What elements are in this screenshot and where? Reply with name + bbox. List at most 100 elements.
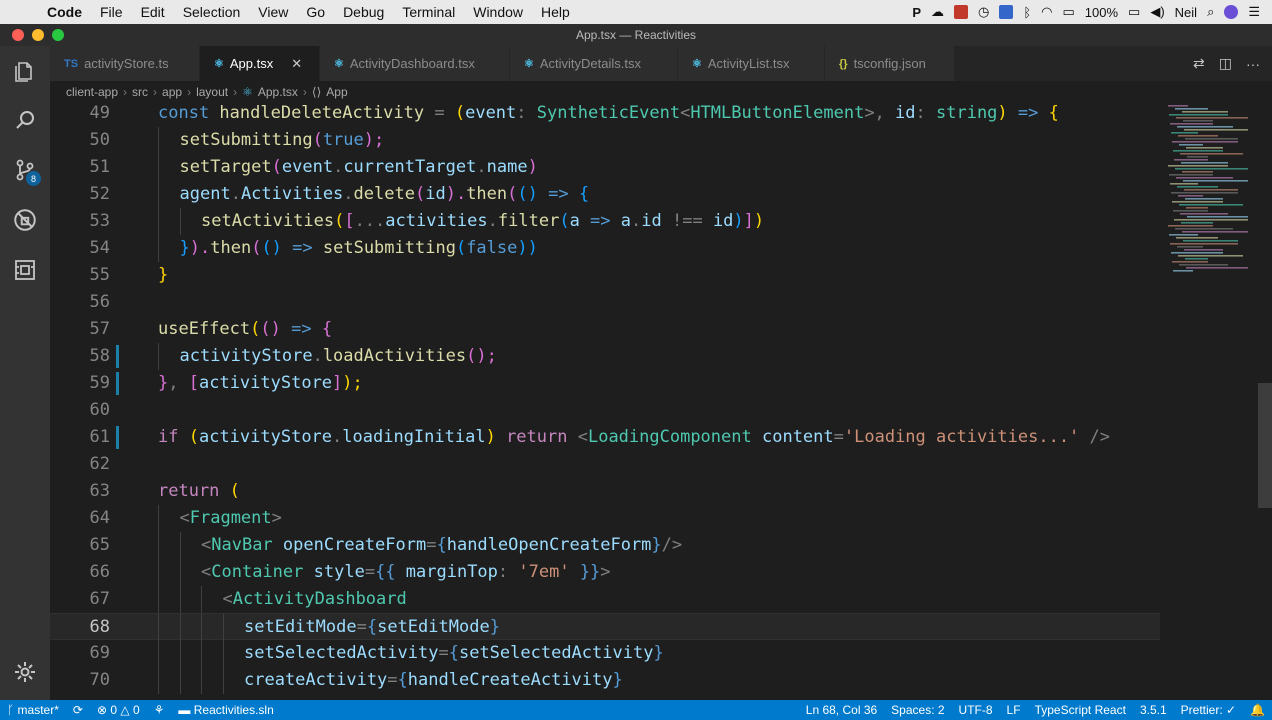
code-line[interactable]: 69 setSelectedActivity={setSelectedActivi… <box>50 640 1160 667</box>
line-number[interactable]: 67 <box>50 586 110 613</box>
record-icon[interactable] <box>953 5 968 19</box>
battery-icon[interactable]: ▭ <box>1128 4 1140 20</box>
code-line[interactable]: 50 setSubmitting(true); <box>50 127 1160 154</box>
close-icon[interactable]: ✕ <box>291 56 302 72</box>
code-line[interactable]: 65 <NavBar openCreateForm={handleOpenCrea… <box>50 532 1160 559</box>
line-number[interactable]: 58 <box>50 343 110 370</box>
line-number[interactable]: 60 <box>50 397 110 424</box>
source-control-icon[interactable]: 8 <box>0 150 50 190</box>
bluetooth-icon[interactable]: ᛒ <box>1023 5 1031 20</box>
code-line[interactable]: 49 const handleDeleteActivity = (event: S… <box>50 103 1160 127</box>
line-number[interactable]: 66 <box>50 559 110 586</box>
menu-help[interactable]: Help <box>532 4 579 20</box>
code-line[interactable]: 59}, [activityStore]); <box>50 370 1160 397</box>
bell-icon[interactable]: 🔔 <box>1243 703 1272 717</box>
code-line[interactable]: 67 <ActivityDashboard <box>50 586 1160 613</box>
line-number[interactable]: 64 <box>50 505 110 532</box>
line-number[interactable]: 49 <box>50 103 110 127</box>
line-number[interactable]: 65 <box>50 532 110 559</box>
tab-activitylist[interactable]: ⚛ ActivityList.tsx <box>678 46 825 81</box>
debug-icon[interactable] <box>0 200 50 240</box>
explorer-icon[interactable] <box>0 52 50 92</box>
code-line[interactable]: 66 <Container style={{ marginTop: '7em' }… <box>50 559 1160 586</box>
code-line[interactable]: 68 setEditMode={setEditMode} <box>50 613 1160 641</box>
git-modified-marker[interactable] <box>116 345 119 368</box>
code-line[interactable]: 62 <box>50 451 1160 478</box>
solution-indicator[interactable]: ▬ Reactivities.sln <box>171 703 280 717</box>
line-number[interactable]: 69 <box>50 640 110 667</box>
search-icon[interactable] <box>0 100 50 140</box>
git-modified-marker[interactable] <box>116 372 119 395</box>
sync-icon[interactable]: ⟳ <box>66 703 90 717</box>
menu-go[interactable]: Go <box>297 4 334 20</box>
line-number[interactable]: 63 <box>50 478 110 505</box>
menu-code[interactable]: Code <box>38 4 91 20</box>
line-number[interactable]: 57 <box>50 316 110 343</box>
menu-window[interactable]: Window <box>464 4 532 20</box>
wifi-icon[interactable]: ◠ <box>1041 4 1052 20</box>
code-line[interactable]: 55} <box>50 262 1160 289</box>
tab-activitydashboard[interactable]: ⚛ ActivityDashboard.tsx <box>320 46 510 81</box>
live-share-icon[interactable]: ⚘ <box>147 703 172 717</box>
problems-indicator[interactable]: ⊗ 0 △ 0 <box>90 703 147 717</box>
tab-app[interactable]: ⚛ App.tsx ✕ <box>200 46 320 81</box>
typescript-version[interactable]: 3.5.1 <box>1133 703 1174 717</box>
line-number[interactable]: 56 <box>50 289 110 316</box>
code-line[interactable]: 52 agent.Activities.delete(id).then(() =>… <box>50 181 1160 208</box>
line-number[interactable]: 55 <box>50 262 110 289</box>
line-number[interactable]: 59 <box>50 370 110 397</box>
code-line[interactable]: 61 if (activityStore.loadingInitial) retu… <box>50 424 1160 451</box>
code-line[interactable]: 56 <box>50 289 1160 316</box>
code-editor[interactable]: 49 const handleDeleteActivity = (event: S… <box>50 103 1272 700</box>
menu-selection[interactable]: Selection <box>174 4 250 20</box>
menu-terminal[interactable]: Terminal <box>393 4 464 20</box>
line-number[interactable]: 68 <box>50 614 110 641</box>
line-number[interactable]: 62 <box>50 451 110 478</box>
notification-center-icon[interactable]: ☰ <box>1248 4 1260 20</box>
breadcrumb-item[interactable]: App.tsx <box>258 85 298 99</box>
code-line[interactable]: 51 setTarget(event.currentTarget.name) <box>50 154 1160 181</box>
indentation[interactable]: Spaces: 2 <box>884 703 951 717</box>
code-line[interactable]: 58 activityStore.loadActivities(); <box>50 343 1160 370</box>
menu-debug[interactable]: Debug <box>334 4 393 20</box>
breadcrumb-item[interactable]: app <box>162 85 182 99</box>
menu-view[interactable]: View <box>249 4 297 20</box>
more-actions-icon[interactable]: ··· <box>1246 56 1260 72</box>
end-of-line[interactable]: LF <box>1000 703 1028 717</box>
prettier-status[interactable]: Prettier: ✓ <box>1174 703 1243 717</box>
breadcrumb-item[interactable]: src <box>132 85 148 99</box>
volume-icon[interactable]: ◀) <box>1150 4 1164 20</box>
breadcrumb-item[interactable]: App <box>326 85 347 99</box>
close-window-button[interactable] <box>12 29 24 41</box>
code-line[interactable]: 63 return ( <box>50 478 1160 505</box>
time-machine-icon[interactable]: ◷ <box>978 4 989 20</box>
line-number[interactable]: 53 <box>50 208 110 235</box>
grid-icon[interactable] <box>999 5 1014 19</box>
user-name[interactable]: Neil <box>1175 5 1197 20</box>
airplay-icon[interactable]: ▭ <box>1062 4 1074 20</box>
tab-tsconfig[interactable]: {} tsconfig.json <box>825 46 955 81</box>
line-number[interactable]: 51 <box>50 154 110 181</box>
code-line[interactable]: 53 setActivities([...activities.filter(a … <box>50 208 1160 235</box>
tab-activitystore[interactable]: TS activityStore.ts <box>50 46 200 81</box>
siri-icon[interactable] <box>1224 5 1239 19</box>
git-branch[interactable]: ᚴ master* <box>0 703 66 717</box>
presenter-icon[interactable]: P <box>912 5 921 20</box>
code-line[interactable]: 57 useEffect(() => { <box>50 316 1160 343</box>
code-line[interactable]: 60 <box>50 397 1160 424</box>
editor-scrollbar[interactable] <box>1258 383 1272 508</box>
breadcrumb-item[interactable]: layout <box>196 85 228 99</box>
language-mode[interactable]: TypeScript React <box>1028 703 1133 717</box>
line-number[interactable]: 70 <box>50 667 110 694</box>
line-number[interactable]: 61 <box>50 424 110 451</box>
code-line[interactable]: 70 createActivity={handleCreateActivity} <box>50 667 1160 694</box>
open-changes-icon[interactable]: ⇄ <box>1193 55 1205 72</box>
cursor-position[interactable]: Ln 68, Col 36 <box>799 703 884 717</box>
maximize-window-button[interactable] <box>52 29 64 41</box>
git-modified-marker[interactable] <box>116 426 119 449</box>
spotlight-icon[interactable]: ⌕ <box>1207 4 1214 20</box>
code-line[interactable]: 54}).then(() => setSubmitting(false)) <box>50 235 1160 262</box>
line-number[interactable]: 52 <box>50 181 110 208</box>
code-line[interactable]: 64 <Fragment> <box>50 505 1160 532</box>
tab-activitydetails[interactable]: ⚛ ActivityDetails.tsx <box>510 46 678 81</box>
